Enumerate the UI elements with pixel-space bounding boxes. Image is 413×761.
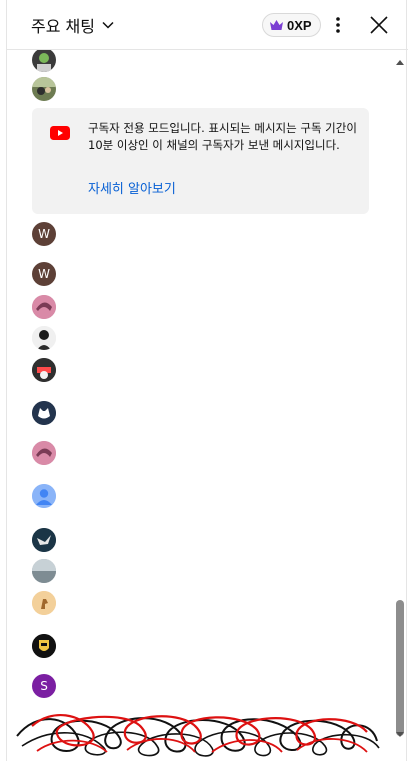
chat-message-list[interactable]: 구독자 전용 모드입니다. 표시되는 메시지는 구독 기간이 10분 이상인 이… xyxy=(7,50,408,761)
close-icon[interactable] xyxy=(367,13,391,37)
xp-badge[interactable]: 0XP xyxy=(262,13,321,37)
avatar[interactable] xyxy=(32,559,56,583)
subscriber-only-notice: 구독자 전용 모드입니다. 표시되는 메시지는 구독 기간이 10분 이상인 이… xyxy=(32,108,369,214)
avatar[interactable] xyxy=(32,77,56,101)
youtube-icon xyxy=(50,126,70,140)
avatar[interactable] xyxy=(32,484,56,508)
avatar[interactable] xyxy=(32,295,56,319)
avatar-letter: W xyxy=(38,227,50,241)
avatar[interactable] xyxy=(32,528,56,552)
avatar[interactable] xyxy=(32,358,56,382)
learn-more-link[interactable]: 자세히 알아보기 xyxy=(88,178,176,197)
notice-message: 구독자 전용 모드입니다. 표시되는 메시지는 구독 기간이 10분 이상인 이… xyxy=(88,121,357,152)
avatar[interactable] xyxy=(32,50,56,72)
crown-icon xyxy=(270,20,283,30)
avatar[interactable] xyxy=(32,326,56,350)
avatar[interactable] xyxy=(32,401,56,425)
chat-mode-title: 주요 채팅 xyxy=(31,17,95,36)
avatar[interactable] xyxy=(32,634,56,658)
avatar[interactable]: W xyxy=(32,262,56,286)
redaction-scribble xyxy=(16,713,380,757)
chevron-down-icon xyxy=(102,21,114,29)
scroll-up-icon[interactable] xyxy=(395,58,405,66)
chat-mode-dropdown[interactable]: 주요 채팅 xyxy=(31,13,115,37)
avatar[interactable]: S xyxy=(32,674,56,698)
chat-header: 주요 채팅 0XP xyxy=(7,0,408,50)
avatar[interactable] xyxy=(32,591,56,615)
avatar-letter: W xyxy=(38,267,50,281)
more-options-button[interactable] xyxy=(328,13,348,37)
avatar[interactable] xyxy=(32,441,56,465)
xp-label: 0XP xyxy=(287,17,312,33)
more-vert-icon xyxy=(336,17,340,33)
avatar[interactable]: W xyxy=(32,222,56,246)
avatar-letter: S xyxy=(40,679,48,693)
live-chat-panel: 주요 채팅 0XP 구독자 전용 모드입니다. 표시되는 메시지는 구독 기간이… xyxy=(6,0,408,761)
